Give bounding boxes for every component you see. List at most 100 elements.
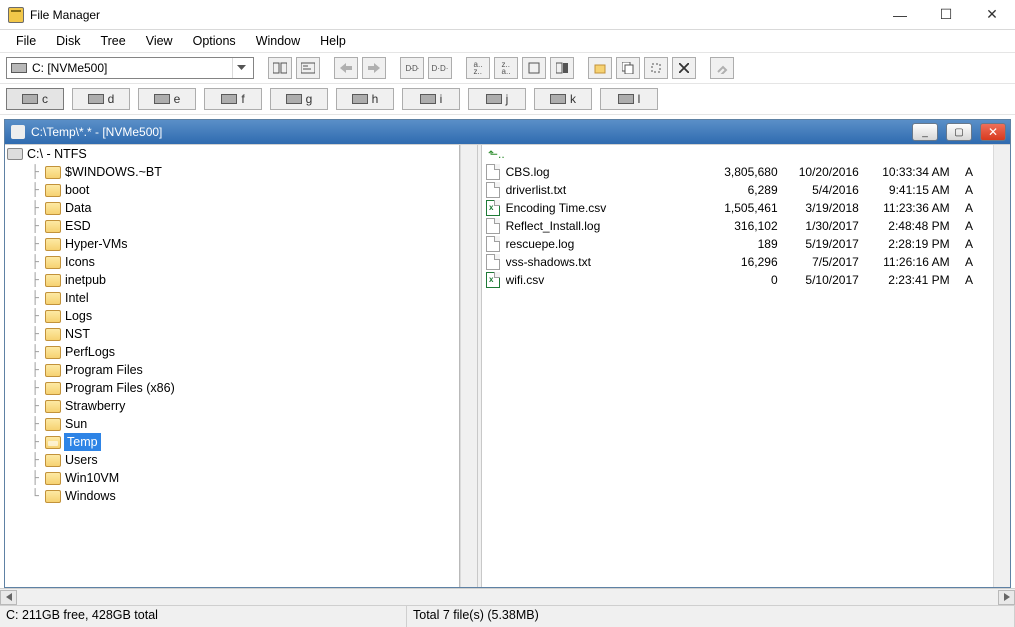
tree-node[interactable]: ├Logs xyxy=(21,307,459,325)
toolbar-sort-az-button[interactable]: a..z.. xyxy=(466,57,490,79)
menu-window[interactable]: Window xyxy=(246,32,310,50)
folder-icon xyxy=(45,400,61,413)
drive-button-label: c xyxy=(42,92,48,106)
tree-node-label: Icons xyxy=(64,253,95,271)
drive-button-label: l xyxy=(638,92,641,106)
tree-node[interactable]: ├Program Files (x86) xyxy=(21,379,459,397)
tree-node[interactable]: ├NST xyxy=(21,325,459,343)
toolbar-delete-button[interactable] xyxy=(672,57,696,79)
drive-bar: c de f g h ijk l xyxy=(0,84,1015,115)
file-row[interactable]: rescuepe.log1895/19/20172:28:19 PMA xyxy=(482,235,993,253)
tree-node[interactable]: ├Data xyxy=(21,199,459,217)
scroll-right-icon[interactable] xyxy=(998,590,1015,605)
tree-node[interactable]: ├Hyper-VMs xyxy=(21,235,459,253)
go-up-button[interactable]: ⬑.. xyxy=(482,145,993,163)
tree-branch-icon: ├ xyxy=(25,163,45,181)
toolbar-sort-size-button[interactable] xyxy=(522,57,546,79)
tree-node[interactable]: ├PerfLogs xyxy=(21,343,459,361)
folder-icon xyxy=(45,490,61,503)
toolbar-new-folder-button[interactable] xyxy=(588,57,612,79)
tree-node[interactable]: ├Strawberry xyxy=(21,397,459,415)
folder-icon xyxy=(45,238,61,251)
drive-selected-label: C: [NVMe500] xyxy=(32,61,107,75)
tree-node[interactable]: ├Program Files xyxy=(21,361,459,379)
toolbar-move-button[interactable] xyxy=(644,57,668,79)
toolbar-tree-both-button[interactable] xyxy=(268,57,292,79)
folder-icon xyxy=(45,292,61,305)
toolbar-sort-za-button[interactable]: z..a.. xyxy=(494,57,518,79)
drive-button-c[interactable]: c xyxy=(6,88,64,110)
child-close-button[interactable]: ✕ xyxy=(980,123,1006,141)
tree-branch-icon: ├ xyxy=(25,343,45,361)
tree-node[interactable]: ├Intel xyxy=(21,289,459,307)
tree-node[interactable]: ├ESD xyxy=(21,217,459,235)
menu-file[interactable]: File xyxy=(6,32,46,50)
file-row[interactable]: Encoding Time.csv1,505,4613/19/201811:23… xyxy=(482,199,993,217)
list-scrollbar[interactable] xyxy=(993,145,1010,587)
toolbar-tree-only-button[interactable] xyxy=(296,57,320,79)
tree-node-label: ESD xyxy=(64,217,91,235)
menu-disk[interactable]: Disk xyxy=(46,32,90,50)
drive-button-f[interactable]: f xyxy=(204,88,262,110)
file-attr: A xyxy=(956,273,985,287)
tree-node-label: NST xyxy=(64,325,90,343)
file-row[interactable]: Reflect_Install.log316,1021/30/20172:48:… xyxy=(482,217,993,235)
menu-tree[interactable]: Tree xyxy=(90,32,135,50)
tree-node[interactable]: ├Icons xyxy=(21,253,459,271)
child-titlebar[interactable]: C:\Temp\*.* - [NVMe500] _ ▢ ✕ xyxy=(5,120,1010,144)
drive-button-d[interactable]: d xyxy=(72,88,130,110)
tree-node[interactable]: ├Temp xyxy=(21,433,459,451)
child-minimize-button[interactable]: _ xyxy=(912,123,938,141)
tree-branch-icon: ├ xyxy=(25,397,45,415)
tree-node-label: Temp xyxy=(64,433,101,451)
tree-node-label: inetpub xyxy=(64,271,106,289)
toolbar-forward-button[interactable] xyxy=(362,57,386,79)
drive-button-l[interactable]: l xyxy=(600,88,658,110)
toolbar-sort-type-button[interactable]: D·D· xyxy=(428,57,452,79)
folder-icon xyxy=(45,418,61,431)
tree-node[interactable]: ├$WINDOWS.~BT xyxy=(21,163,459,181)
file-row[interactable]: vss-shadows.txt16,2967/5/201711:26:16 AM… xyxy=(482,253,993,271)
file-row[interactable]: driverlist.txt6,2895/4/20169:41:15 AMA xyxy=(482,181,993,199)
child-maximize-button[interactable]: ▢ xyxy=(946,123,972,141)
toolbar-sort-date-button[interactable] xyxy=(550,57,574,79)
menubar: File Disk Tree View Options Window Help xyxy=(0,30,1015,52)
file-name: wifi.csv xyxy=(506,273,699,287)
menu-view[interactable]: View xyxy=(136,32,183,50)
folder-icon xyxy=(45,364,61,377)
tree-scrollbar[interactable] xyxy=(460,145,477,587)
drive-button-label: f xyxy=(241,92,244,106)
file-row[interactable]: wifi.csv05/10/20172:23:41 PMA xyxy=(482,271,993,289)
tree-node[interactable]: ├Win10VM xyxy=(21,469,459,487)
window-minimize-button[interactable]: — xyxy=(877,0,923,30)
drive-button-g[interactable]: g xyxy=(270,88,328,110)
window-close-button[interactable]: ✕ xyxy=(969,0,1015,30)
drive-button-j[interactable]: j xyxy=(468,88,526,110)
tree-node[interactable]: └Windows xyxy=(21,487,459,505)
toolbar-sort-name-button[interactable]: D·D· xyxy=(400,57,424,79)
file-row[interactable]: CBS.log3,805,68010/20/201610:33:34 AMA xyxy=(482,163,993,181)
scroll-left-icon[interactable] xyxy=(0,590,17,605)
folder-tree[interactable]: C:\ - NTFS ├$WINDOWS.~BT├boot├Data├ESD├H… xyxy=(5,145,460,587)
toolbar-back-button[interactable] xyxy=(334,57,358,79)
drive-dropdown[interactable]: C: [NVMe500] xyxy=(6,57,254,79)
drive-button-e[interactable]: e xyxy=(138,88,196,110)
tree-node-label: Users xyxy=(64,451,98,469)
toolbar-copy-button[interactable] xyxy=(616,57,640,79)
drive-button-i[interactable]: i xyxy=(402,88,460,110)
tree-node[interactable]: ├Users xyxy=(21,451,459,469)
toolbar-properties-button[interactable] xyxy=(710,57,734,79)
tree-node[interactable]: ├boot xyxy=(21,181,459,199)
window-maximize-button[interactable]: ☐ xyxy=(923,0,969,30)
file-list[interactable]: ⬑.. CBS.log3,805,68010/20/201610:33:34 A… xyxy=(482,145,993,587)
drive-button-k[interactable]: k xyxy=(534,88,592,110)
tree-root[interactable]: C:\ - NTFS xyxy=(5,145,459,163)
menu-options[interactable]: Options xyxy=(183,32,246,50)
tree-node[interactable]: ├inetpub xyxy=(21,271,459,289)
drive-button-h[interactable]: h xyxy=(336,88,394,110)
tree-node[interactable]: ├Sun xyxy=(21,415,459,433)
menu-help[interactable]: Help xyxy=(310,32,356,50)
outer-horizontal-scrollbar[interactable] xyxy=(0,588,1015,605)
text-file-icon xyxy=(486,218,500,234)
drive-button-label: h xyxy=(372,92,379,106)
